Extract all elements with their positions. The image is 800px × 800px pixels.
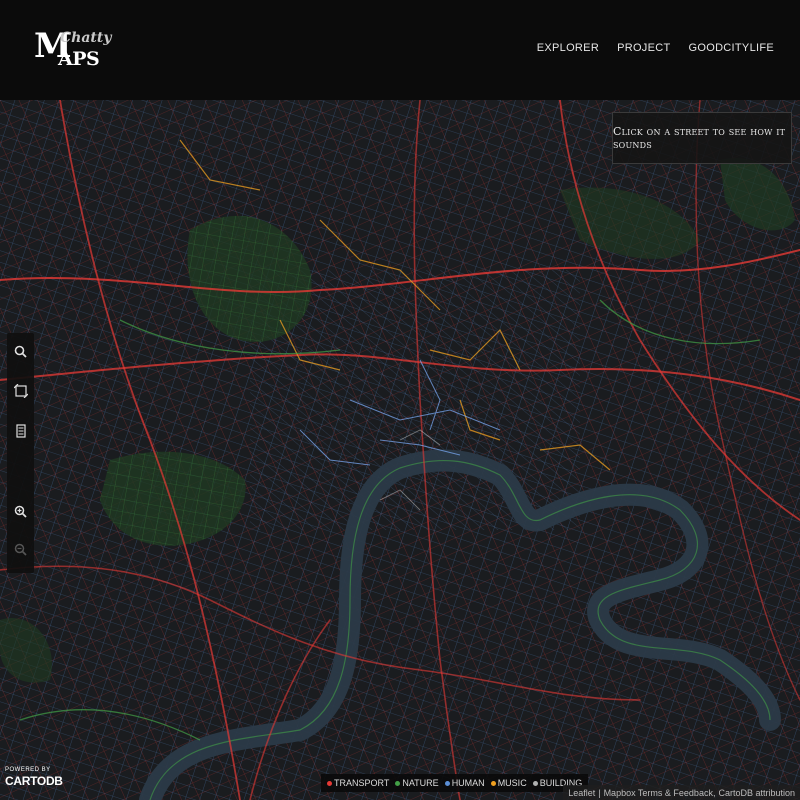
legend-dot-music	[490, 780, 496, 786]
layers-button[interactable]	[10, 423, 31, 444]
share-icon	[13, 383, 28, 403]
mapbox-link[interactable]: Mapbox Terms & Feedback,	[604, 788, 716, 798]
powered-by-label: POWERED BY	[5, 767, 51, 773]
map-canvas[interactable]	[0, 100, 800, 800]
street-hint-box: Click on a street to see how it sounds	[612, 112, 792, 164]
legend-label-human: HUMAN	[451, 778, 485, 788]
logo-chatty: Chatty	[60, 30, 112, 46]
zoom-in-button[interactable]	[10, 503, 31, 524]
legend-dot-building	[532, 780, 538, 786]
cartodb-logo: CARTODB	[5, 774, 63, 788]
zoom-in-icon	[14, 505, 27, 523]
attribution-separator: |	[598, 787, 601, 798]
nav-goodcitylife[interactable]: GOODCITYLIFE	[689, 42, 775, 54]
search-button[interactable]	[10, 343, 31, 364]
legend-dot-nature	[395, 780, 401, 786]
nav-explorer[interactable]: EXPLORER	[537, 42, 599, 54]
sound-legend: TRANSPORT NATURE HUMAN MUSIC BUILDING	[321, 774, 589, 792]
legend-dot-human	[444, 780, 450, 786]
zoom-out-icon	[14, 543, 27, 561]
main-nav: EXPLORER PROJECT GOODCITYLIFE	[537, 42, 774, 54]
legend-label-nature: NATURE	[402, 778, 439, 788]
legend-label-transport: TRANSPORT	[334, 778, 390, 788]
zoom-out-button[interactable]	[10, 541, 31, 562]
legend-dot-transport	[327, 780, 332, 786]
street-sound-map[interactable]	[0, 100, 800, 800]
share-button[interactable]	[10, 383, 31, 404]
logo-aps: APS	[58, 48, 100, 70]
legend-item-human[interactable]: HUMAN	[444, 778, 485, 788]
legend-item-music[interactable]: MUSIC	[490, 778, 527, 788]
chatty-maps-logo[interactable]: M Chatty APS	[34, 26, 111, 76]
legend-item-transport[interactable]: TRANSPORT	[327, 778, 389, 788]
cartodb-attribution-link[interactable]: CartoDB attribution	[718, 788, 795, 798]
legend-label-music: MUSIC	[497, 778, 527, 788]
map-toolbar	[7, 333, 34, 573]
search-icon	[14, 345, 27, 363]
map-attribution: Leaflet | Mapbox Terms & Feedback, Carto…	[563, 785, 800, 800]
leaflet-link[interactable]: Leaflet	[568, 788, 595, 798]
powered-by-cartodb[interactable]: POWERED BY CARTODB	[5, 767, 63, 788]
layers-icon	[15, 424, 26, 443]
nav-project[interactable]: PROJECT	[617, 42, 670, 54]
site-header: M Chatty APS EXPLORER PROJECT GOODCITYLI…	[0, 0, 800, 100]
legend-item-nature[interactable]: NATURE	[395, 778, 439, 788]
